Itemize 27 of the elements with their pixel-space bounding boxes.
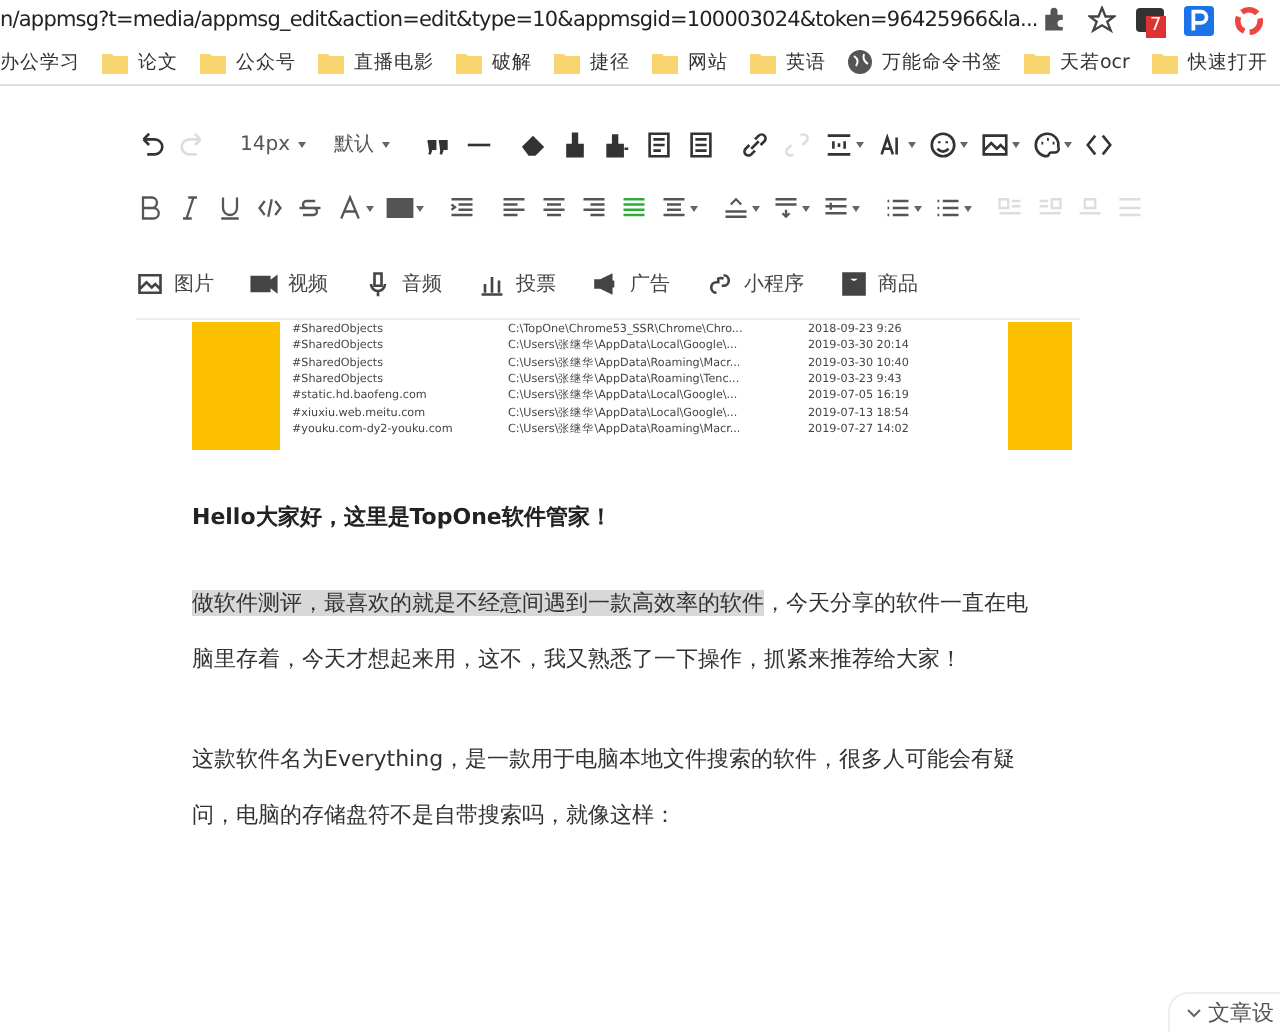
address-bar-url[interactable]: n/appmsg?t=media/appmsg_edit&action=edit&type=10&appmsgid=100003024&token=96425966&la... bbox=[0, 8, 1038, 32]
bookmark-link[interactable]: 捷径 bbox=[590, 49, 630, 75]
extension-badge: 7 bbox=[1146, 16, 1166, 38]
bookmark-link[interactable]: 直播电影 bbox=[354, 49, 434, 75]
bookmark-link[interactable]: 网站 bbox=[688, 49, 728, 75]
article-paragraph: 这款软件名为Everything，是一款用于电脑本地文件搜索的软件，很多人可能会有疑问，电脑的存储盘符不是自带搜索吗，就像这样： bbox=[192, 744, 1018, 832]
insert-button[interactable]: 投票 bbox=[478, 270, 556, 298]
bookmark-link[interactable]: 天若ocr bbox=[1060, 49, 1130, 75]
insert-button[interactable]: 音频 bbox=[364, 270, 442, 298]
bookmark-link[interactable]: 万能命令书签 bbox=[882, 49, 1002, 75]
bookmark-link[interactable]: 英语 bbox=[786, 49, 826, 75]
bookmark-link[interactable]: 公众号 bbox=[236, 49, 296, 75]
bookmark-link[interactable]: 快速打开 bbox=[1187, 49, 1268, 75]
article-heading: Hello大家好，这里是TopOne软件管家！ bbox=[192, 502, 614, 532]
insert-button[interactable]: 视频 bbox=[250, 270, 328, 298]
bookmark-link[interactable]: 办公学习 bbox=[0, 49, 80, 75]
insert-button[interactable]: 广告 bbox=[592, 270, 670, 298]
article-paragraph: 做软件测评，最喜欢的就是不经意间遇到一款高效率的软件，今天分享的软件一直在电脑里存着，今天才想起来用，这不，我又熟悉了一下操作，抓紧来推荐给大家！ bbox=[192, 588, 1030, 676]
bookmark-link[interactable]: 论文 bbox=[138, 49, 178, 75]
extension-icon[interactable]: 7 bbox=[1136, 8, 1164, 32]
insert-button[interactable]: 图片 bbox=[136, 270, 214, 298]
font-family-select[interactable]: 默认 bbox=[326, 130, 398, 158]
insert-button[interactable]: 小程序 bbox=[706, 270, 804, 298]
font-size-select[interactable]: 14px bbox=[232, 133, 314, 155]
bookmark-link[interactable]: 破解 bbox=[492, 49, 532, 75]
insert-button[interactable]: 商品 bbox=[840, 270, 918, 298]
article-settings-button[interactable]: 文章设 bbox=[1167, 992, 1280, 1032]
